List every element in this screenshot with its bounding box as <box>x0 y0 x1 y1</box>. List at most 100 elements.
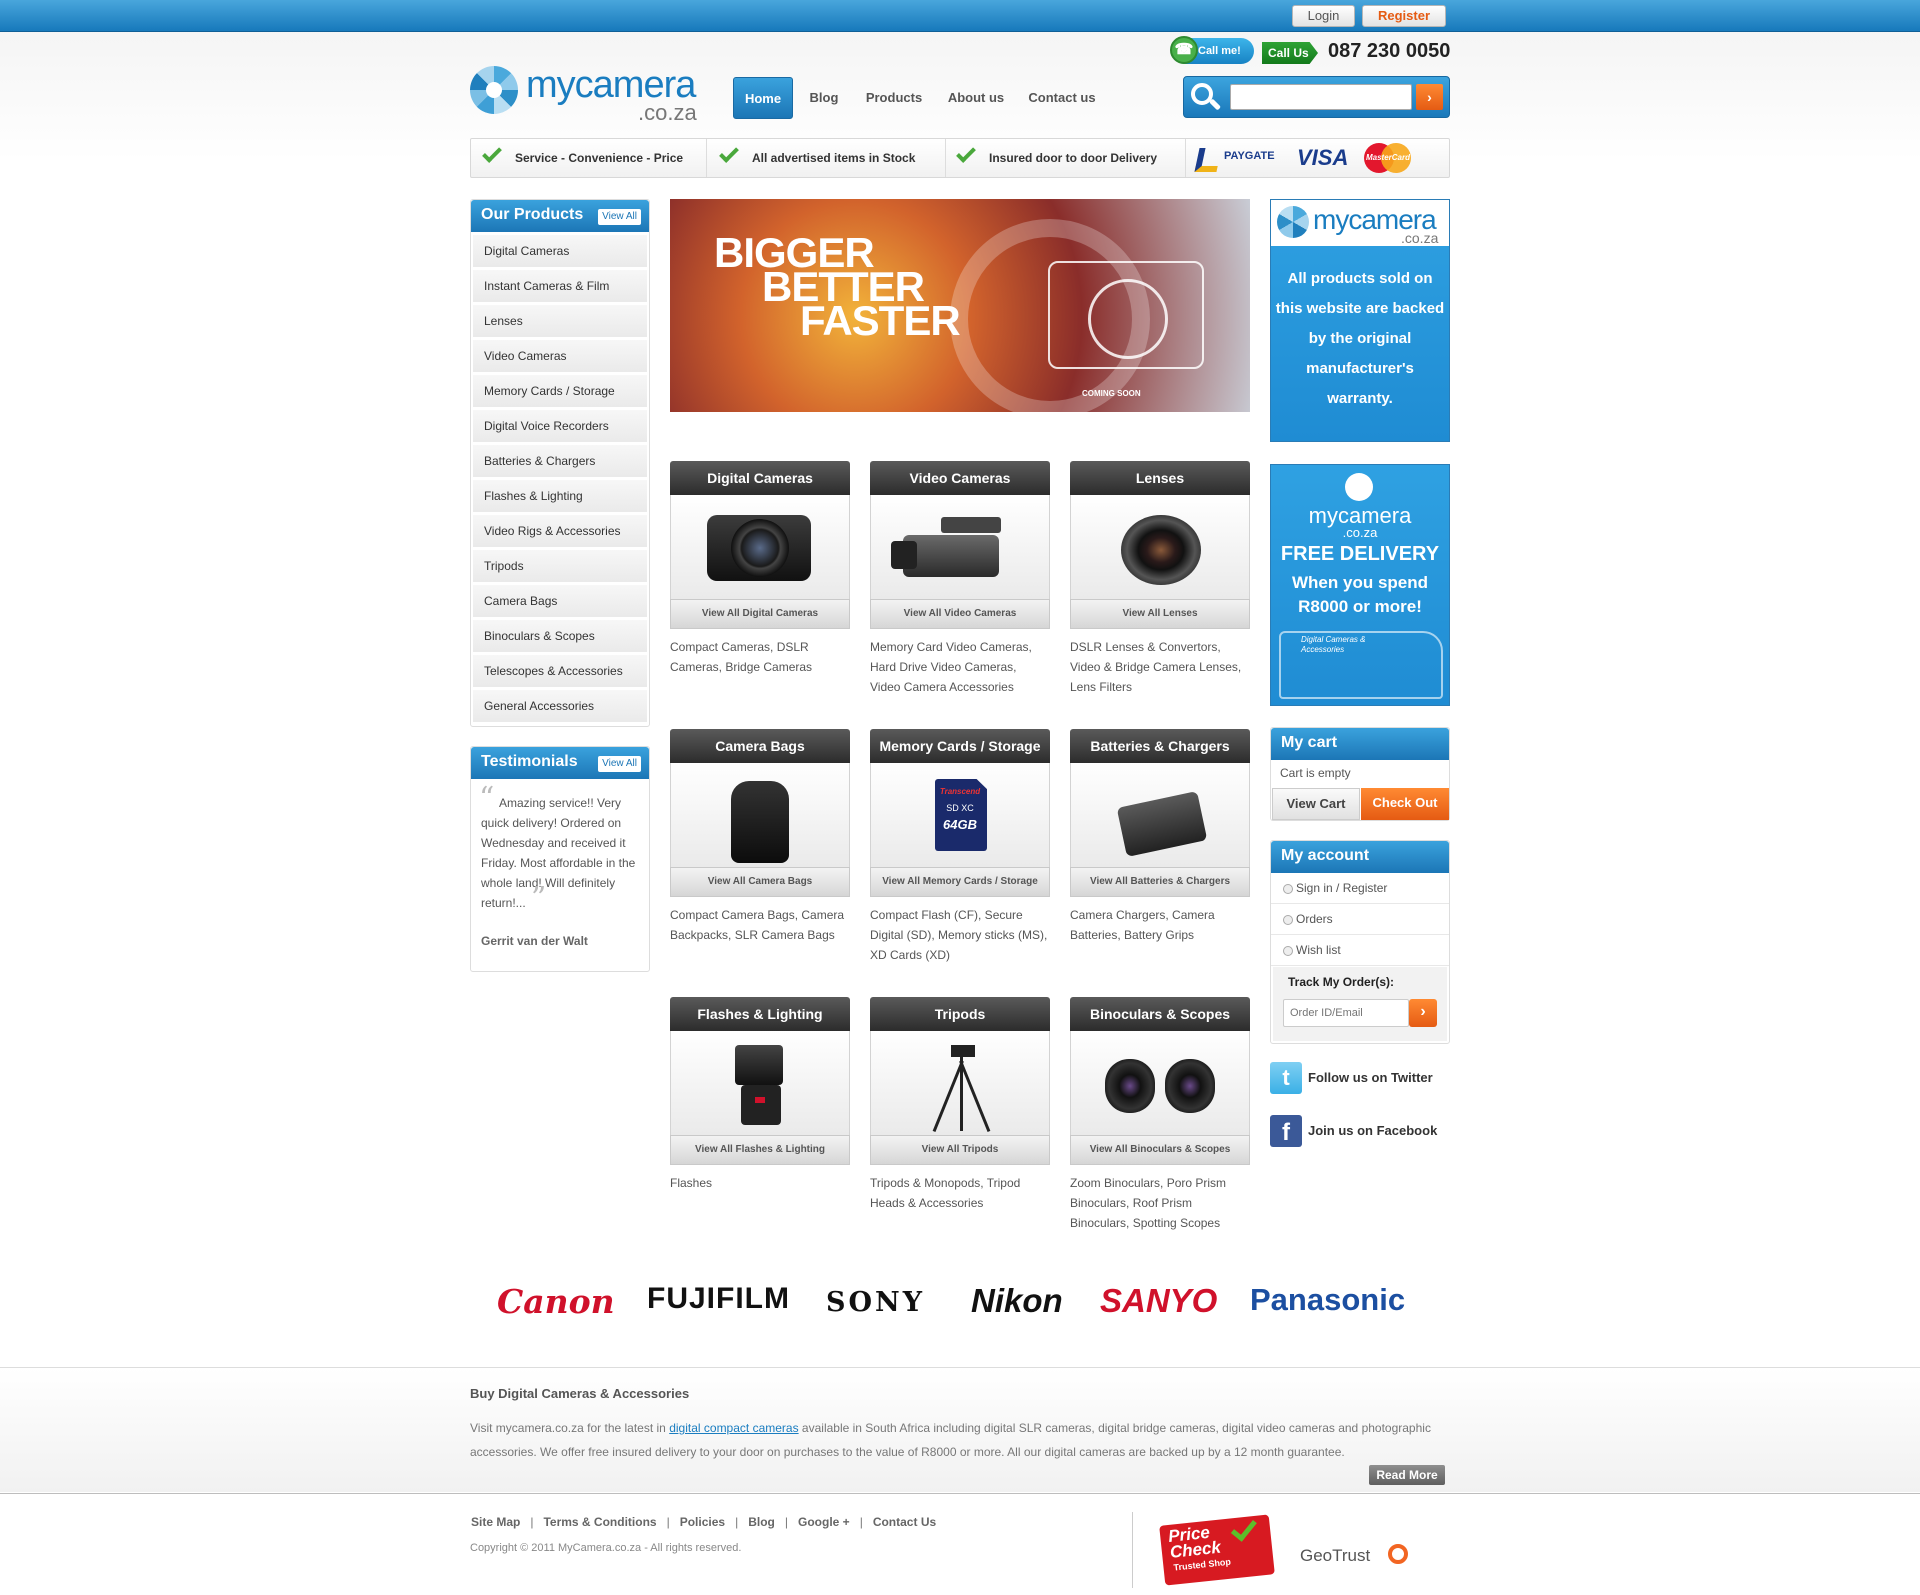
hero-banner[interactable]: BIGGER BETTER FASTER COMING SOON <box>670 199 1250 412</box>
tile-image[interactable] <box>1070 1031 1250 1135</box>
tile-title[interactable]: Digital Cameras <box>670 461 850 495</box>
account-wish-list[interactable]: Wish list <box>1271 935 1449 966</box>
tile-image[interactable] <box>670 1031 850 1135</box>
separator: | <box>530 1515 534 1529</box>
call-me-button[interactable]: ☎ Call me! <box>1170 36 1254 64</box>
price-check-badge[interactable]: Price Check Trusted Shop <box>1159 1514 1275 1586</box>
product-tile-tripods: Tripods View All Tripods Tripods & Monopod… <box>870 997 1050 1213</box>
tile-view-all-link[interactable]: View All Batteries & Chargers <box>1070 867 1250 897</box>
call-me-label: Call me! <box>1198 45 1241 57</box>
seo-link[interactable]: digital compact cameras <box>669 1421 798 1435</box>
sidebar-item-memory-cards[interactable]: Memory Cards / Storage <box>473 375 647 407</box>
trust-item-delivery: Insured door to door Delivery <box>956 139 1157 177</box>
brand-sanyo-logo[interactable]: SANYO <box>1100 1282 1217 1320</box>
tile-image[interactable] <box>1070 763 1250 867</box>
nav-about[interactable]: About us <box>944 77 1008 119</box>
testimonials-view-all[interactable]: View All <box>598 756 641 772</box>
sidebar-item-lenses[interactable]: Lenses <box>473 305 647 337</box>
sidebar-item-binoculars[interactable]: Binoculars & Scopes <box>473 620 647 652</box>
footer-link-contact[interactable]: Contact Us <box>873 1515 936 1529</box>
account-orders[interactable]: Orders <box>1271 904 1449 935</box>
check-icon <box>719 143 739 163</box>
tile-image[interactable]: Transcend SD XC 64GB <box>870 763 1050 867</box>
warranty-ad-logo-sub: .co.za <box>1401 230 1439 246</box>
sidebar-item-video-rigs[interactable]: Video Rigs & Accessories <box>473 515 647 547</box>
tile-view-all-link[interactable]: View All Flashes & Lighting <box>670 1135 850 1165</box>
sidebar-item-telescopes[interactable]: Telescopes & Accessories <box>473 655 647 687</box>
seo-title: Buy Digital Cameras & Accessories <box>470 1386 690 1401</box>
testimonial-quote: Amazing service!! Very quick delivery! O… <box>481 796 636 910</box>
brand-nikon-logo[interactable]: Nikon <box>971 1282 1063 1320</box>
brand-fujifilm-logo[interactable]: FUJIFILM <box>647 1282 790 1316</box>
tile-view-all-link[interactable]: View All Digital Cameras <box>670 599 850 629</box>
tile-image[interactable] <box>670 495 850 599</box>
tile-title[interactable]: Memory Cards / Storage <box>870 729 1050 763</box>
nav-home[interactable]: Home <box>733 77 793 119</box>
track-order-input[interactable] <box>1283 999 1409 1027</box>
logo-icon[interactable] <box>470 66 518 114</box>
sidebar-item-instant-cameras[interactable]: Instant Cameras & Film <box>473 270 647 302</box>
tile-view-all-link[interactable]: View All Tripods <box>870 1135 1050 1165</box>
footer-link-google-plus[interactable]: Google + <box>798 1515 850 1529</box>
sidebar-item-digital-cameras[interactable]: Digital Cameras <box>473 235 647 267</box>
tile-view-all-link[interactable]: View All Lenses <box>1070 599 1250 629</box>
brand-canon-logo[interactable]: Canon <box>497 1282 615 1321</box>
facebook-link[interactable]: Join us on Facebook <box>1308 1123 1437 1138</box>
product-tile-digital-cameras: Digital Cameras View All Digital Cameras C… <box>670 461 850 677</box>
tile-title[interactable]: Video Cameras <box>870 461 1050 495</box>
nav-products[interactable]: Products <box>857 77 931 119</box>
check-icon <box>1230 1514 1257 1542</box>
account-sign-in[interactable]: Sign in / Register <box>1271 873 1449 904</box>
search-input[interactable] <box>1230 84 1412 110</box>
sidebar-item-tripods[interactable]: Tripods <box>473 550 647 582</box>
tile-view-all-link[interactable]: View All Memory Cards / Storage <box>870 867 1050 897</box>
geotrust-logo[interactable]: GeoTrust <box>1300 1546 1370 1566</box>
copyright: Copyright © 2011 MyCamera.co.za - All ri… <box>470 1542 742 1554</box>
twitter-icon[interactable]: t <box>1270 1062 1302 1094</box>
separator: | <box>859 1515 863 1529</box>
view-cart-button[interactable]: View Cart <box>1272 788 1360 820</box>
sidebar-item-flashes[interactable]: Flashes & Lighting <box>473 480 647 512</box>
tile-view-all-link[interactable]: View All Camera Bags <box>670 867 850 897</box>
twitter-link[interactable]: Follow us on Twitter <box>1308 1070 1433 1085</box>
tile-title[interactable]: Batteries & Chargers <box>1070 729 1250 763</box>
nav-contact[interactable]: Contact us <box>1024 77 1100 119</box>
sidebar-item-voice-recorders[interactable]: Digital Voice Recorders <box>473 410 647 442</box>
tile-image[interactable] <box>1070 495 1250 599</box>
tile-image[interactable] <box>870 1031 1050 1135</box>
footer-link-blog[interactable]: Blog <box>748 1515 775 1529</box>
tile-view-all-link[interactable]: View All Video Cameras <box>870 599 1050 629</box>
read-more-button[interactable]: Read More <box>1369 1465 1445 1485</box>
facebook-icon[interactable]: f <box>1270 1115 1302 1147</box>
sidebar-item-batteries[interactable]: Batteries & Chargers <box>473 445 647 477</box>
tile-image[interactable] <box>870 495 1050 599</box>
sidebar-item-general-accessories[interactable]: General Accessories <box>473 690 647 722</box>
phone-number[interactable]: 087 230 0050 <box>1328 40 1450 63</box>
footer-link-policies[interactable]: Policies <box>680 1515 725 1529</box>
nav-blog[interactable]: Blog <box>800 77 848 119</box>
track-order-submit-button[interactable]: › <box>1409 999 1437 1027</box>
login-button[interactable]: Login <box>1292 5 1355 27</box>
card-size: 64GB <box>943 817 977 832</box>
tile-view-all-link[interactable]: View All Binoculars & Scopes <box>1070 1135 1250 1165</box>
tile-title[interactable]: Flashes & Lighting <box>670 997 850 1031</box>
checkout-button[interactable]: Check Out <box>1361 788 1449 820</box>
register-button[interactable]: Register <box>1362 5 1446 27</box>
tile-title[interactable]: Binoculars & Scopes <box>1070 997 1250 1031</box>
paygate-logo: PAYGATE <box>1224 150 1275 162</box>
delivery-ad[interactable]: mycamera .co.za FREE DELIVERY When you s… <box>1270 464 1450 706</box>
footer-link-terms[interactable]: Terms & Conditions <box>543 1515 656 1529</box>
brand-panasonic-logo[interactable]: Panasonic <box>1250 1282 1405 1318</box>
products-view-all[interactable]: View All <box>598 209 641 225</box>
call-us-badge[interactable]: Call Us <box>1262 42 1318 64</box>
sidebar-item-video-cameras[interactable]: Video Cameras <box>473 340 647 372</box>
tile-title[interactable]: Tripods <box>870 997 1050 1031</box>
brand-sony-logo[interactable]: SONY <box>826 1287 925 1318</box>
footer-link-sitemap[interactable]: Site Map <box>471 1515 520 1529</box>
tile-image[interactable] <box>670 763 850 867</box>
warranty-ad[interactable]: mycamera .co.za All products sold on thi… <box>1270 199 1450 442</box>
sidebar-item-camera-bags[interactable]: Camera Bags <box>473 585 647 617</box>
tile-title[interactable]: Camera Bags <box>670 729 850 763</box>
tile-title[interactable]: Lenses <box>1070 461 1250 495</box>
search-submit-button[interactable]: › <box>1416 84 1443 110</box>
